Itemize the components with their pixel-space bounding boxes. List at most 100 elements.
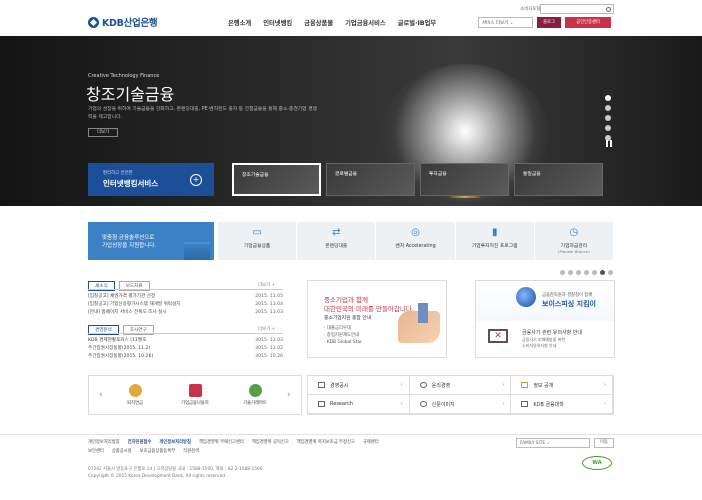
list-item[interactable]: [입찰공고] 채권가격 평가기관 선정 2015. 11.05 bbox=[88, 293, 283, 301]
list-item[interactable]: [안내] 홈페이지 서비스 전폭도 조사 실시 2015. 11.03 bbox=[88, 309, 283, 317]
hero-thumb-tech-finance[interactable]: 창조기술금융 bbox=[232, 163, 321, 196]
sme-banner-list: · 대출금리우대 · 창업지원제도안내 · KDB Global Star bbox=[324, 325, 362, 346]
logo[interactable]: KDB산업은행 bbox=[88, 15, 158, 29]
family-site-go-button[interactable]: 이동 bbox=[594, 438, 614, 448]
voice-phishing-banner[interactable]: 금융감독원과 경찰청이 함께 보이스피싱 지킴이 ✕ 금융사기 관련 유의사항 … bbox=[475, 280, 615, 358]
hero-thumb-label: 글로벌금융 bbox=[335, 172, 358, 177]
quick-pager-dot[interactable] bbox=[576, 270, 581, 275]
corporate-icon bbox=[188, 384, 202, 397]
solution-line1: 맞춤형 금융솔루션으로 bbox=[102, 235, 155, 241]
sme-banner[interactable]: 중소기업과 함께 대한민국의 미래를 만들어갑니다. 중소기업지원 종합 안내 … bbox=[307, 280, 447, 358]
service-select[interactable]: 서비스 더보기 ⌄ bbox=[478, 17, 533, 28]
list-item[interactable]: [입찰공고] 기업신용평가시스템 재개발 위탁설치 2015. 11.04 bbox=[88, 301, 283, 309]
research-more-link[interactable]: 더보기 + bbox=[258, 326, 275, 332]
footer-link[interactable]: 보호금융상품등록부 bbox=[140, 448, 176, 454]
link-ethics[interactable]: 윤리경영 › bbox=[409, 376, 512, 395]
solution-banner[interactable]: 맞춤형 금융솔루션으로 기업성장을 지원합니다. bbox=[88, 222, 214, 260]
chevron-right-icon: › bbox=[502, 382, 505, 388]
list-item[interactable]: 주간증권시장동향(2015. 10.26) 2015. 10.26 bbox=[88, 353, 283, 361]
link-news-image[interactable]: 신문이미지 › bbox=[409, 395, 512, 414]
quick-pager-dot[interactable] bbox=[608, 270, 613, 275]
quick-pager-dot[interactable] bbox=[560, 270, 565, 275]
nav-item-about[interactable]: 은행소개 bbox=[228, 18, 251, 27]
link-label: 신문이미지 bbox=[431, 401, 455, 408]
quick-pager-dot[interactable] bbox=[592, 270, 597, 275]
fraud-title: 금융사기 관련 유의사항 안내 bbox=[522, 330, 582, 336]
chevron-right-icon[interactable]: › bbox=[287, 390, 291, 400]
hero-pager bbox=[605, 95, 611, 141]
link-disclosure[interactable]: 경영공시 › bbox=[308, 376, 410, 395]
link-research[interactable]: Research › bbox=[308, 395, 410, 414]
link-kdb-college[interactable]: KDB 금융대학 › bbox=[511, 395, 613, 414]
footer-link[interactable]: 책임경영위 공익신고 bbox=[252, 439, 289, 445]
hero-pager-dot[interactable] bbox=[605, 125, 611, 131]
hero-thumb-unification[interactable]: 통일금융 bbox=[514, 163, 603, 196]
notice-date: 2015. 11.02 bbox=[255, 346, 283, 351]
family-site-select[interactable]: FAMILY SITE ⌄ bbox=[516, 438, 590, 448]
search-input[interactable] bbox=[540, 4, 614, 14]
hero-more-button[interactable]: 더보기 bbox=[88, 128, 118, 137]
chevron-down-icon: ⌄ bbox=[546, 441, 551, 446]
quick-item-label: 온렌딩대출 bbox=[325, 244, 348, 249]
footer-link[interactable]: 규제센터 bbox=[363, 439, 379, 445]
footer-link[interactable]: 전자민원접수 bbox=[128, 439, 152, 445]
family-item-tech-mart[interactable]: 기술거래마트 bbox=[233, 384, 277, 406]
notice-date: 2015. 10.26 bbox=[255, 354, 283, 359]
research-list: KDB 경제현황포커스 (11월호 2015. 11.03 주간증권시장동향(20… bbox=[88, 337, 283, 361]
chevron-right-icon: › bbox=[400, 382, 403, 388]
nav-item-corporate-finance[interactable]: 기업금융서비스 bbox=[345, 18, 386, 27]
quick-pager-dot[interactable] bbox=[600, 270, 605, 275]
notice-title: KDB 경제현황포커스 (11월호 bbox=[88, 338, 147, 343]
hero-thumb-invest[interactable]: 투자금융 bbox=[420, 163, 509, 196]
sme-banner-line2: 대한민국의 미래를 만들어갑니다. bbox=[324, 305, 414, 313]
pause-icon[interactable] bbox=[606, 140, 612, 147]
hero-pager-dot[interactable] bbox=[605, 95, 611, 101]
footer-link[interactable]: 직원검색 bbox=[183, 448, 199, 454]
plus-icon: + bbox=[190, 174, 202, 186]
quick-item-investment[interactable]: ▮ 기업투자처진 프로그램 bbox=[456, 222, 535, 260]
notice-more-link[interactable]: 더보기 + bbox=[258, 282, 275, 288]
search-icon[interactable] bbox=[606, 7, 611, 12]
nav-item-internet-banking[interactable]: 인터넷뱅킹 bbox=[263, 18, 292, 27]
ethics-icon bbox=[419, 382, 427, 388]
certificate-center-button[interactable]: 공인인증센터 bbox=[565, 17, 611, 28]
quick-pager-dot[interactable] bbox=[584, 270, 589, 275]
chevron-left-icon[interactable]: ‹ bbox=[99, 390, 103, 400]
nav-item-global-ib[interactable]: 글로벌·IB업무 bbox=[398, 18, 437, 27]
family-item-pension[interactable]: 퇴직연금 bbox=[113, 384, 157, 406]
notice-title: [입찰공고] 기업신용평가시스템 재개발 위탁설치 bbox=[88, 302, 181, 307]
list-item[interactable]: KDB 경제현황포커스 (11월호 2015. 11.03 bbox=[88, 337, 283, 345]
util-link-consumer[interactable]: 소비자포털 bbox=[520, 6, 540, 12]
hero-thumb-global[interactable]: 글로벌금융 bbox=[326, 163, 415, 196]
quick-pager-dot[interactable] bbox=[568, 270, 573, 275]
building-icon bbox=[418, 303, 428, 323]
hero-pager-dot[interactable] bbox=[605, 115, 611, 121]
phishing-sub: 금융감독원과 경찰청이 함께 bbox=[542, 293, 593, 298]
link-info-open[interactable]: 정보 공개 › bbox=[511, 376, 613, 395]
notice-title: 주간증권시장동향(2015. 11.2) bbox=[88, 346, 151, 351]
internet-banking-button[interactable]: 편리하고 안전한 인터넷뱅킹서비스 + bbox=[88, 163, 214, 196]
blog-button[interactable]: 블로그 bbox=[537, 17, 561, 28]
footer-link[interactable]: 보안센터 bbox=[88, 448, 104, 454]
quick-item-venture[interactable]: ◎ 벤처 Accelerating bbox=[376, 222, 456, 260]
notice-date: 2015. 11.05 bbox=[255, 294, 283, 299]
quick-item-corporate-products[interactable]: ▭ 기업금융상품 bbox=[218, 222, 298, 260]
building-icon bbox=[184, 242, 210, 260]
footer-link[interactable]: 개인정보처리방침 bbox=[88, 439, 120, 445]
link-label: Research bbox=[330, 401, 353, 407]
hero-description: 기업의 성장을 위하여 기술금융을 강화하고, 온렌딩대출, PE·벤처펀드 출… bbox=[88, 107, 317, 120]
quick-item-onlending[interactable]: ⇄ 온렌딩대출 bbox=[297, 222, 377, 260]
hero-pager-dot[interactable] bbox=[605, 105, 611, 111]
footer-link[interactable]: 책임경영위 복지보조금 부정신고 bbox=[297, 439, 355, 445]
quick-item-cash-management[interactable]: ◷ 기업자금관리 (Pioneer Branch) bbox=[535, 222, 615, 260]
family-item-corporate[interactable]: 기업금융나들목 bbox=[173, 384, 217, 406]
news-icon bbox=[419, 401, 427, 407]
nav-item-products[interactable]: 금융상품몰 bbox=[304, 18, 333, 27]
document-icon bbox=[318, 382, 325, 388]
notice-date: 2015. 11.03 bbox=[255, 310, 283, 315]
footer-link[interactable]: 상품공시실 bbox=[112, 448, 132, 454]
monitor-warning-icon: ✕ bbox=[488, 329, 508, 343]
footer-link-privacy[interactable]: 개인정보처리방침 bbox=[159, 439, 191, 445]
footer-link[interactable]: 책임경영위 부패신고센터 bbox=[199, 439, 244, 445]
list-item[interactable]: 주간증권시장동향(2015. 11.2) 2015. 11.02 bbox=[88, 345, 283, 353]
